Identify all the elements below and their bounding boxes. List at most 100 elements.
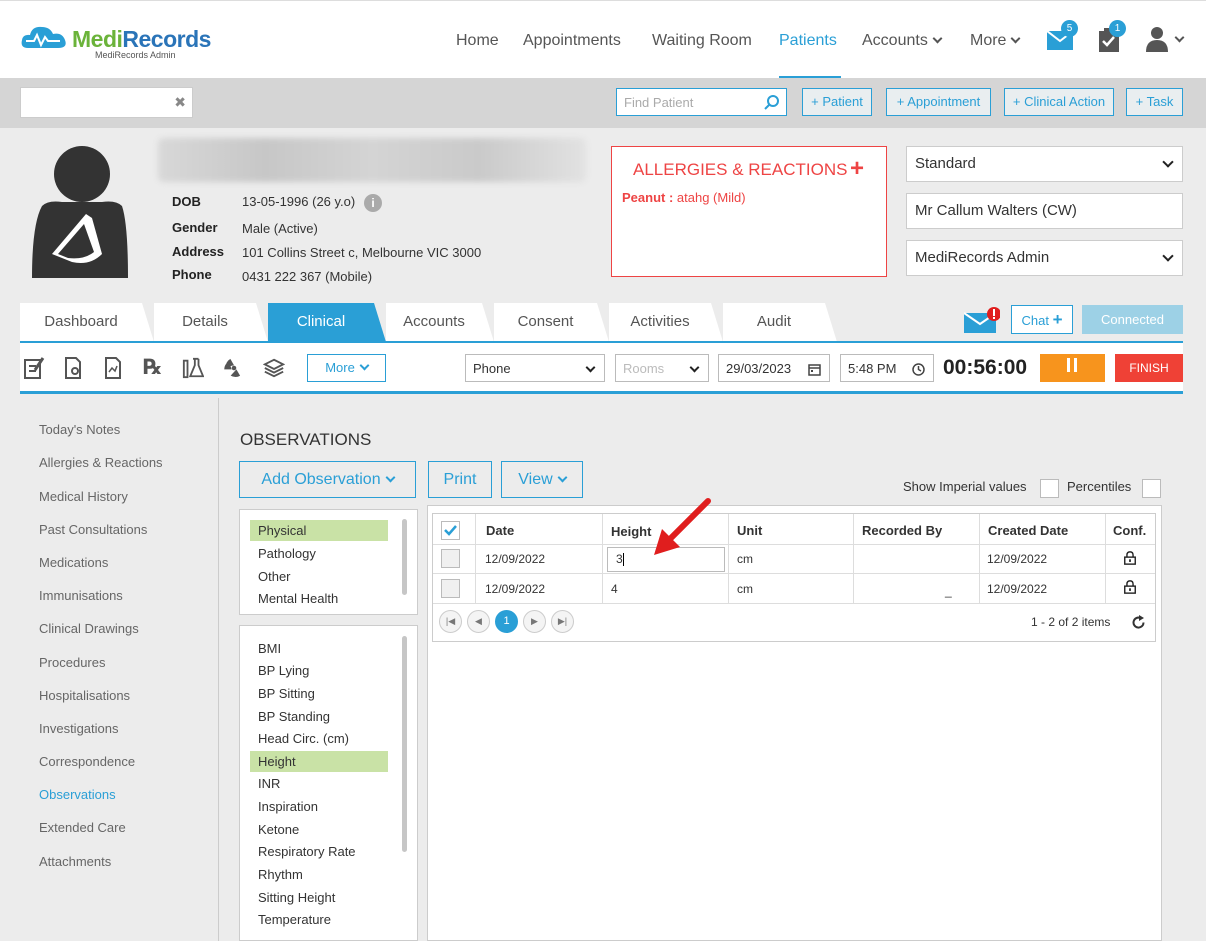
col-recorded-by[interactable]: Recorded By <box>862 523 942 538</box>
category-scrollbar[interactable] <box>402 519 407 595</box>
show-imperial-checkbox[interactable] <box>1040 479 1059 498</box>
col-height[interactable]: Height <box>611 524 651 539</box>
sidenav-hospitalisations[interactable]: Hospitalisations <box>39 688 130 703</box>
add-clinical-action-button[interactable]: + Clinical Action <box>1004 88 1114 116</box>
row-checkbox[interactable] <box>441 579 460 598</box>
sidenav-attachments[interactable]: Attachments <box>39 854 111 869</box>
sidenav-past-consultations[interactable]: Past Consultations <box>39 522 147 537</box>
type-item-bp-sitting[interactable]: BP Sitting <box>258 686 315 701</box>
info-icon[interactable]: i <box>364 194 382 212</box>
calendar-icon[interactable] <box>808 363 821 376</box>
patient-messages-button[interactable] <box>963 307 1001 333</box>
percentiles-checkbox[interactable] <box>1142 479 1161 498</box>
category-item-pathology[interactable]: Pathology <box>258 546 316 561</box>
template-select[interactable]: Standard <box>906 146 1183 182</box>
finish-button[interactable]: FINISH <box>1115 354 1183 382</box>
sidenav-immunisations[interactable]: Immunisations <box>39 588 123 603</box>
lock-icon[interactable] <box>1123 551 1137 565</box>
sidenav-todays-notes[interactable]: Today's Notes <box>39 422 120 437</box>
clear-icon[interactable]: ✖ <box>174 94 186 111</box>
category-item-physical[interactable]: Physical <box>258 523 306 538</box>
type-item-head-circ[interactable]: Head Circ. (cm) <box>258 731 349 746</box>
category-item-mental-health[interactable]: Mental Health <box>258 591 338 606</box>
type-item-bp-lying[interactable]: BP Lying <box>258 663 309 678</box>
prev-page-icon[interactable]: ◀ <box>467 610 490 633</box>
refresh-icon[interactable] <box>1131 615 1146 630</box>
tasks-button[interactable]: 1 <box>1098 20 1126 52</box>
clock-icon[interactable] <box>912 363 925 376</box>
tab-audit[interactable]: Audit <box>723 303 825 342</box>
user-menu[interactable] <box>1146 26 1186 52</box>
tab-accounts[interactable]: Accounts <box>386 303 482 342</box>
nav-waiting-room[interactable]: Waiting Room <box>652 32 752 50</box>
layers-icon[interactable] <box>263 356 285 380</box>
last-page-icon[interactable]: ▶| <box>551 610 574 633</box>
type-item-inr[interactable]: INR <box>258 776 280 791</box>
type-item-rhythm[interactable]: Rhythm <box>258 867 303 882</box>
tab-consent[interactable]: Consent <box>494 303 597 342</box>
quick-search-input[interactable]: ✖ <box>20 87 193 118</box>
type-item-height[interactable]: Height <box>258 754 296 769</box>
col-unit[interactable]: Unit <box>737 523 762 538</box>
sidenav-investigations[interactable]: Investigations <box>39 721 119 736</box>
print-button[interactable]: Print <box>428 461 492 498</box>
nav-more[interactable]: More <box>970 32 1021 50</box>
allergy-item[interactable]: Peanut : atahg (Mild) <box>622 190 746 205</box>
sidenav-medical-history[interactable]: Medical History <box>39 489 128 504</box>
add-appointment-button[interactable]: + Appointment <box>886 88 991 116</box>
sidenav-extended-care[interactable]: Extended Care <box>39 820 126 835</box>
type-item-ketone[interactable]: Ketone <box>258 822 299 837</box>
col-created-date[interactable]: Created Date <box>988 523 1068 538</box>
consult-mode-select[interactable]: Phone <box>465 354 605 382</box>
rooms-select[interactable]: Rooms <box>615 354 709 382</box>
tab-dashboard[interactable]: Dashboard <box>20 303 142 342</box>
pause-button[interactable] <box>1040 354 1105 382</box>
add-allergy-icon[interactable]: + <box>850 155 864 183</box>
col-conf[interactable]: Conf. <box>1113 523 1146 538</box>
sidenav-observations[interactable]: Observations <box>39 787 116 802</box>
tab-activities[interactable]: Activities <box>609 303 711 342</box>
type-item-inspiration[interactable]: Inspiration <box>258 799 318 814</box>
add-observation-button[interactable]: Add Observation <box>239 461 416 498</box>
sidenav-procedures[interactable]: Procedures <box>39 655 105 670</box>
sidenav-correspondence[interactable]: Correspondence <box>39 754 135 769</box>
add-patient-button[interactable]: + Patient <box>802 88 872 116</box>
nav-accounts[interactable]: Accounts <box>862 32 943 50</box>
row-checkbox[interactable] <box>441 549 460 568</box>
page-button-current[interactable]: 1 <box>495 610 518 633</box>
document-chart-icon[interactable] <box>103 356 125 380</box>
location-select[interactable]: MediRecords Admin <box>906 240 1183 276</box>
date-picker[interactable]: 29/03/2023 <box>718 354 830 382</box>
lab-flask-icon[interactable] <box>182 356 204 380</box>
sidenav-clinical-drawings[interactable]: Clinical Drawings <box>39 621 139 636</box>
type-item-bp-standing[interactable]: BP Standing <box>258 709 330 724</box>
tab-details[interactable]: Details <box>154 303 256 342</box>
chat-button[interactable]: Chat + <box>1011 305 1073 334</box>
nav-patients[interactable]: Patients <box>779 32 837 50</box>
type-item-temperature[interactable]: Temperature <box>258 912 331 927</box>
prescription-icon[interactable]: ℞ <box>143 355 162 380</box>
radiation-icon[interactable] <box>223 356 245 380</box>
practitioner-field[interactable]: Mr Callum Walters (CW) <box>906 193 1183 229</box>
select-all-checkbox[interactable] <box>441 521 460 540</box>
nav-home[interactable]: Home <box>456 32 499 50</box>
next-page-icon[interactable]: ▶ <box>523 610 546 633</box>
type-scrollbar[interactable] <box>402 636 407 852</box>
notes-edit-icon[interactable] <box>23 356 45 380</box>
add-task-button[interactable]: + Task <box>1126 88 1183 116</box>
lock-icon[interactable] <box>1123 580 1137 594</box>
tab-clinical[interactable]: Clinical <box>268 303 374 342</box>
time-picker[interactable]: 5:48 PM <box>840 354 934 382</box>
find-patient-input[interactable]: Find Patient <box>616 88 787 116</box>
type-item-bmi[interactable]: BMI <box>258 641 281 656</box>
app-logo[interactable]: MediRecords MediRecords Admin <box>20 22 220 62</box>
more-tools-button[interactable]: More <box>307 354 386 382</box>
nav-appointments[interactable]: Appointments <box>523 32 621 50</box>
type-item-respiratory-rate[interactable]: Respiratory Rate <box>258 844 356 859</box>
messages-button[interactable]: 5 <box>1047 20 1078 50</box>
sidenav-medications[interactable]: Medications <box>39 555 108 570</box>
document-search-icon[interactable] <box>63 356 85 380</box>
col-date[interactable]: Date <box>486 523 514 538</box>
view-button[interactable]: View <box>501 461 583 498</box>
sidenav-allergies[interactable]: Allergies & Reactions <box>39 455 163 470</box>
